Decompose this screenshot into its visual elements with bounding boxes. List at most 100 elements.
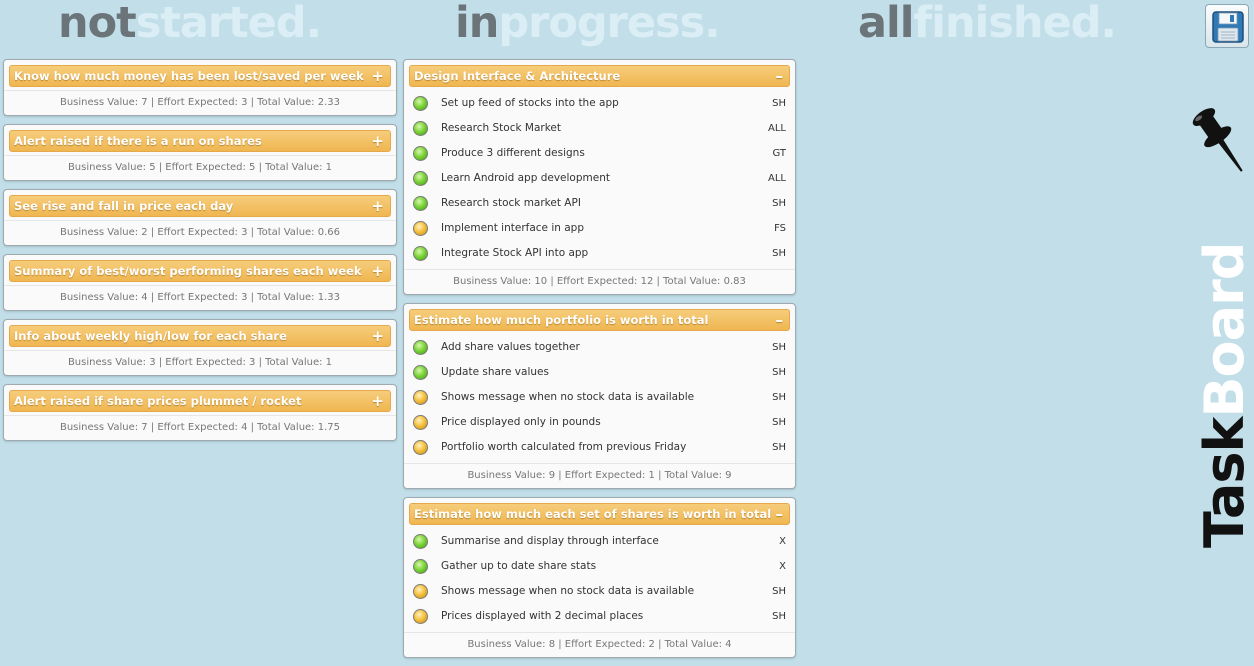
task-row[interactable]: Set up feed of stocks into the app SH	[404, 91, 795, 116]
story-card: See rise and fall in price each day + Busi…	[3, 189, 397, 246]
status-green-icon[interactable]	[413, 340, 428, 355]
task-owner: SH	[772, 611, 786, 622]
story-card: Info about weekly high/low for each shar…	[3, 319, 397, 376]
expand-icon[interactable]: +	[371, 326, 384, 346]
status-yellow-icon[interactable]	[413, 440, 428, 455]
expand-icon[interactable]: +	[371, 196, 384, 216]
story-title-bar[interactable]: Alert raised if there is a run on shares…	[9, 130, 391, 152]
story-title-bar[interactable]: Know how much money has been lost/saved …	[9, 65, 391, 87]
column-in-progress: Design Interface & Architecture – Set up f…	[403, 59, 796, 666]
story-stats: Business Value: 4 | Effort Expected: 3 |…	[4, 285, 396, 310]
status-yellow-icon[interactable]	[413, 221, 428, 236]
logo-part-board: Board	[1193, 242, 1254, 418]
task-owner: SH	[772, 392, 786, 403]
story-title-bar[interactable]: Estimate how much each set of shares is …	[409, 503, 790, 525]
task-row[interactable]: Integrate Stock API into app SH	[404, 241, 795, 266]
task-owner: SH	[772, 417, 786, 428]
collapse-icon[interactable]: –	[776, 66, 784, 86]
status-yellow-icon[interactable]	[413, 415, 428, 430]
status-green-icon[interactable]	[413, 534, 428, 549]
story-title-bar[interactable]: Estimate how much portfolio is worth in …	[409, 309, 790, 331]
story-stats: Business Value: 5 | Effort Expected: 5 |…	[4, 155, 396, 180]
collapse-icon[interactable]: –	[776, 310, 784, 330]
expand-icon[interactable]: +	[371, 391, 384, 411]
story-title-bar[interactable]: Summary of best/worst performing shares …	[9, 260, 391, 282]
story-title: Estimate how much each set of shares is …	[414, 507, 772, 521]
story-title: Info about weekly high/low for each shar…	[14, 329, 287, 343]
expand-icon[interactable]: +	[371, 66, 384, 86]
story-card: Alert raised if there is a run on shares…	[3, 124, 397, 181]
story-title-bar[interactable]: See rise and fall in price each day +	[9, 195, 391, 217]
story-card: Alert raised if share prices plummet / r…	[3, 384, 397, 441]
task-list: Set up feed of stocks into the app SH Rese…	[404, 91, 795, 266]
task-row[interactable]: Update share values SH	[404, 360, 795, 385]
task-list: Add share values together SH Update share …	[404, 335, 795, 460]
story-title: Alert raised if there is a run on shares	[14, 134, 262, 148]
task-row[interactable]: Research stock market API SH	[404, 191, 795, 216]
task-row[interactable]: Produce 3 different designs GT	[404, 141, 795, 166]
header-suffix: finished.	[913, 0, 1117, 48]
expand-icon[interactable]: +	[371, 131, 384, 151]
task-row[interactable]: Implement interface in app FS	[404, 216, 795, 241]
task-name: Implement interface in app	[441, 222, 585, 234]
task-row[interactable]: Gather up to date share stats X	[404, 554, 795, 579]
task-owner: SH	[772, 367, 786, 378]
task-name: Research stock market API	[441, 197, 581, 209]
task-row[interactable]: Learn Android app development ALL	[404, 166, 795, 191]
status-green-icon[interactable]	[413, 365, 428, 380]
story-card: Estimate how much each set of shares is …	[403, 497, 796, 658]
task-owner: SH	[772, 442, 786, 453]
story-title: Estimate how much portfolio is worth in …	[414, 313, 709, 327]
task-row[interactable]: Shows message when no stock data is avai…	[404, 579, 795, 604]
task-name: Portfolio worth calculated from previous…	[441, 441, 687, 453]
story-title: See rise and fall in price each day	[14, 199, 234, 213]
task-row[interactable]: Prices displayed with 2 decimal places SH	[404, 604, 795, 629]
save-button[interactable]	[1205, 4, 1249, 48]
story-stats: Business Value: 9 | Effort Expected: 1 |…	[404, 463, 795, 488]
header-suffix: progress.	[498, 0, 720, 48]
task-row[interactable]: Shows message when no stock data is avai…	[404, 385, 795, 410]
task-name: Update share values	[441, 366, 549, 378]
story-title-bar[interactable]: Design Interface & Architecture –	[409, 65, 790, 87]
task-row[interactable]: Add share values together SH	[404, 335, 795, 360]
task-row[interactable]: Portfolio worth calculated from previous…	[404, 435, 795, 460]
header-prefix: all	[858, 0, 914, 48]
task-row[interactable]: Research Stock Market ALL	[404, 116, 795, 141]
status-green-icon[interactable]	[413, 196, 428, 211]
expand-icon[interactable]: +	[371, 261, 384, 281]
task-name: Add share values together	[441, 341, 580, 353]
story-card: Estimate how much portfolio is worth in …	[403, 303, 796, 489]
task-name: Set up feed of stocks into the app	[441, 97, 619, 109]
collapse-icon[interactable]: –	[776, 504, 784, 524]
task-name: Produce 3 different designs	[441, 147, 585, 159]
task-owner: SH	[772, 586, 786, 597]
task-owner: SH	[772, 342, 786, 353]
task-row[interactable]: Summarise and display through interface X	[404, 529, 795, 554]
story-card: Design Interface & Architecture – Set up f…	[403, 59, 796, 295]
push-pin-icon	[1192, 108, 1243, 172]
status-green-icon[interactable]	[413, 171, 428, 186]
status-yellow-icon[interactable]	[413, 584, 428, 599]
task-name: Shows message when no stock data is avai…	[441, 585, 695, 597]
task-row[interactable]: Price displayed only in pounds SH	[404, 410, 795, 435]
story-stats: Business Value: 8 | Effort Expected: 2 |…	[404, 632, 795, 657]
status-yellow-icon[interactable]	[413, 609, 428, 624]
task-owner: ALL	[768, 123, 786, 134]
task-owner: GT	[772, 148, 786, 159]
status-green-icon[interactable]	[413, 121, 428, 136]
status-yellow-icon[interactable]	[413, 390, 428, 405]
status-green-icon[interactable]	[413, 246, 428, 261]
status-green-icon[interactable]	[413, 559, 428, 574]
task-name: Integrate Stock API into app	[441, 247, 589, 259]
story-title-bar[interactable]: Info about weekly high/low for each shar…	[9, 325, 391, 347]
taskboard-logo: TaskBoard	[1193, 243, 1254, 548]
status-green-icon[interactable]	[413, 146, 428, 161]
task-owner: SH	[772, 198, 786, 209]
story-title: Summary of best/worst performing shares …	[14, 264, 362, 278]
task-owner: FS	[774, 223, 786, 234]
task-list: Summarise and display through interface X…	[404, 529, 795, 629]
story-title-bar[interactable]: Alert raised if share prices plummet / r…	[9, 390, 391, 412]
status-green-icon[interactable]	[413, 96, 428, 111]
header-prefix: in	[455, 0, 499, 48]
task-name: Shows message when no stock data is avai…	[441, 391, 695, 403]
